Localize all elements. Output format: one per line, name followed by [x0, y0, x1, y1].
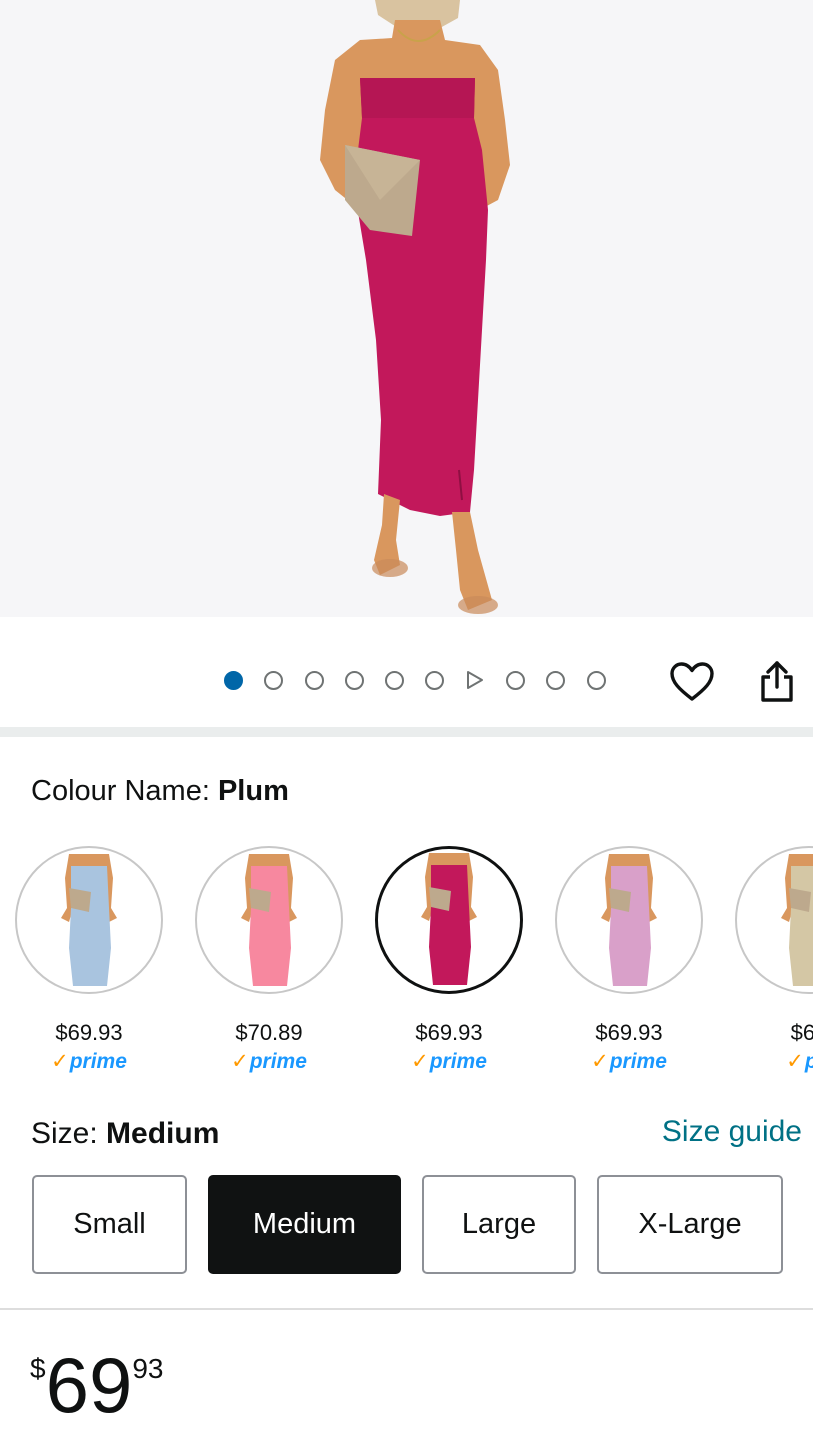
size-option-medium[interactable]: Medium	[208, 1175, 401, 1274]
prime-check-icon: ✓	[591, 1050, 609, 1073]
prime-label: pri	[805, 1050, 813, 1073]
prime-badge: ✓prime	[555, 1050, 703, 1074]
carousel-dot[interactable]	[344, 670, 364, 690]
carousel-dot[interactable]	[304, 670, 324, 690]
carousel-dot[interactable]	[586, 670, 606, 690]
prime-badge: ✓prime	[15, 1050, 163, 1074]
share-button[interactable]	[753, 658, 801, 706]
price-whole: 69	[45, 1341, 133, 1429]
colour-swatch[interactable]: $69.93 ✓prime	[15, 846, 163, 1074]
size-label-text: Size:	[31, 1117, 107, 1150]
colour-swatch-image	[735, 846, 813, 994]
carousel-dot[interactable]	[264, 670, 284, 690]
carousel-dot[interactable]	[385, 670, 405, 690]
colour-swatch[interactable]: $70.89 ✓prime	[195, 846, 343, 1074]
product-image-illustration	[320, 0, 510, 614]
product-price: $ 69 93	[30, 1341, 164, 1429]
prime-check-icon: ✓	[786, 1050, 804, 1073]
price-divider	[0, 1308, 813, 1310]
colour-name-label: Colour Name: Plum	[31, 773, 289, 809]
carousel-dot[interactable]	[506, 670, 526, 690]
prime-badge: ✓prime	[375, 1050, 523, 1074]
prime-check-icon: ✓	[231, 1050, 249, 1073]
prime-label: prime	[249, 1050, 307, 1073]
size-guide-link[interactable]: Size guide	[662, 1114, 802, 1150]
size-label: Size: Medium	[31, 1116, 219, 1152]
size-option-large[interactable]: Large	[422, 1175, 576, 1274]
colour-swatch[interactable]: $69.93 ✓prime	[555, 846, 703, 1074]
product-image[interactable]	[0, 0, 813, 617]
colour-swatch-price: $69.93	[595, 1020, 663, 1045]
prime-label: prime	[69, 1050, 127, 1073]
colour-swatch-image	[375, 846, 523, 994]
size-option-small[interactable]: Small	[32, 1175, 187, 1274]
colour-swatch[interactable]: $69 ✓pri	[735, 846, 813, 1074]
heart-icon	[670, 662, 714, 701]
colour-label-text: Colour Name:	[31, 775, 218, 807]
carousel-dot[interactable]	[224, 670, 243, 690]
carousel-dots	[224, 669, 627, 691]
prime-check-icon: ✓	[51, 1050, 69, 1073]
colour-swatch-price: $69	[790, 1020, 813, 1045]
carousel-video-icon[interactable]	[466, 671, 485, 690]
share-icon	[761, 661, 793, 702]
prime-check-icon: ✓	[411, 1050, 429, 1073]
prime-badge: ✓prime	[195, 1050, 343, 1074]
size-selected-value: Medium	[106, 1117, 220, 1150]
colour-selected-value: Plum	[217, 775, 289, 807]
section-divider	[0, 727, 813, 737]
price-currency: $	[30, 1353, 46, 1384]
colour-swatch-image	[15, 846, 163, 994]
price-fraction: 93	[132, 1353, 164, 1384]
carousel-dot[interactable]	[425, 670, 445, 690]
colour-swatch-price: $70.89	[235, 1020, 303, 1045]
colour-swatch[interactable]: $69.93 ✓prime	[375, 846, 523, 1074]
carousel-dot[interactable]	[546, 670, 566, 690]
prime-badge: ✓pri	[735, 1050, 813, 1074]
colour-swatch-image	[555, 846, 703, 994]
size-option-x-large[interactable]: X-Large	[597, 1175, 783, 1274]
wishlist-button[interactable]	[668, 658, 716, 706]
colour-swatch-price: $69.93	[415, 1020, 483, 1045]
colour-swatch-image	[195, 846, 343, 994]
colour-swatch-price: $69.93	[55, 1020, 123, 1045]
colour-swatch-list: $69.93 ✓prime $70.89 ✓prime $69.93 ✓prime $69.…	[15, 846, 813, 1086]
prime-label: prime	[429, 1050, 487, 1073]
prime-label: prime	[609, 1050, 667, 1073]
